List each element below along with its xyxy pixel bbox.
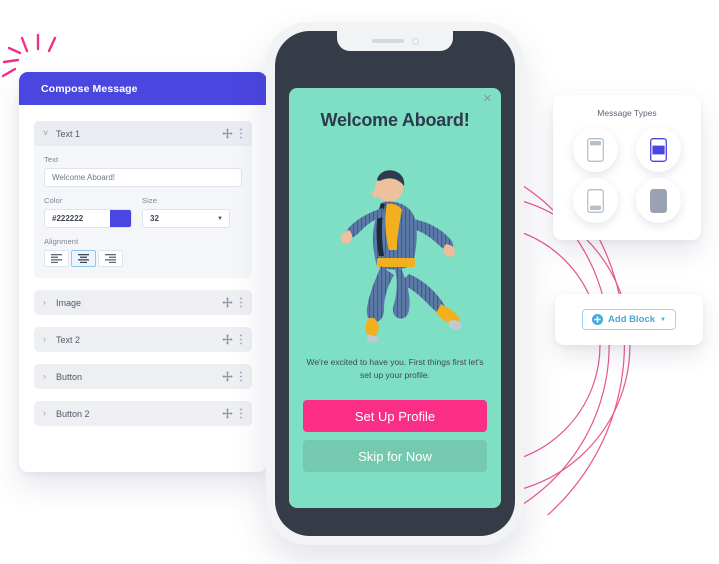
align-center-button[interactable] [71, 250, 96, 267]
message-type-modal-button[interactable] [636, 127, 681, 172]
phone-body: ✕ Welcome Aboard! We're excited to have … [275, 31, 515, 536]
block-text-1: ˅ Text 1 Text Welcome Aboard! Color #222… [34, 121, 252, 278]
move-handle-icon[interactable] [221, 407, 234, 420]
chevron-down-icon[interactable]: ▼ [660, 317, 666, 323]
phone-speaker [371, 39, 404, 43]
alignment-group [44, 250, 242, 267]
fullscreen-icon [650, 188, 667, 213]
kebab-menu-icon[interactable] [239, 297, 243, 308]
compose-message-panel: Compose Message ˅ Text 1 Text Welcome Ab… [19, 72, 267, 472]
color-field-label: Color [44, 196, 63, 205]
move-handle-icon[interactable] [221, 370, 234, 383]
modal-icon [650, 137, 667, 162]
message-subtitle: We're excited to have you. First things … [306, 357, 484, 381]
message-type-top-banner-button[interactable] [573, 127, 618, 172]
phone-notch [337, 31, 453, 51]
message-type-fullscreen-button[interactable] [636, 178, 681, 223]
block-text-1-header[interactable]: ˅ Text 1 [34, 121, 252, 146]
align-right-button[interactable] [98, 250, 123, 267]
chevron-right-icon[interactable]: › [43, 298, 56, 307]
chevron-right-icon[interactable]: › [43, 409, 56, 418]
jumping-man-illustration [340, 170, 462, 343]
set-up-profile-button[interactable]: Set Up Profile [303, 400, 487, 432]
set-up-profile-label: Set Up Profile [354, 408, 436, 424]
phone-camera-icon [411, 37, 419, 45]
block-image-title: Image [56, 297, 82, 308]
align-left-icon [51, 254, 62, 263]
kebab-menu-icon[interactable] [239, 128, 243, 139]
size-select-value: 32 [150, 214, 159, 223]
move-handle-icon[interactable] [221, 333, 234, 346]
color-input-value: #222222 [52, 214, 84, 223]
size-select[interactable]: 32 ▼ [142, 209, 230, 228]
chevron-right-icon[interactable]: › [43, 335, 56, 344]
color-size-row: Color #222222 Size 32 ▼ [44, 196, 242, 228]
kebab-menu-icon[interactable] [239, 408, 243, 419]
screenshot-root: Compose Message ˅ Text 1 Text Welcome Ab… [0, 0, 719, 564]
compose-panel-header: Compose Message [19, 72, 267, 105]
message-title: Welcome Aboard! [320, 110, 470, 130]
compose-panel-body: ˅ Text 1 Text Welcome Aboard! Color #222… [19, 105, 267, 426]
move-handle-icon[interactable] [221, 296, 234, 309]
text-input-value: Welcome Aboard! [52, 173, 115, 182]
move-handle-icon[interactable] [221, 127, 234, 140]
alignment-label: Alignment [44, 237, 79, 246]
size-field-label: Size [142, 196, 157, 205]
message-types-panel: Message Types [553, 95, 701, 240]
color-field: Color #222222 [44, 196, 132, 228]
message-types-title: Message Types [597, 108, 657, 118]
chevron-down-icon[interactable]: ˅ [43, 129, 56, 138]
align-center-icon [78, 254, 89, 263]
add-block-label: Add Block [608, 314, 656, 325]
top-banner-icon [587, 137, 604, 162]
size-field: Size 32 ▼ [142, 196, 230, 228]
kebab-menu-icon[interactable] [239, 334, 243, 345]
color-input[interactable]: #222222 [44, 209, 132, 228]
message-types-grid [553, 127, 701, 223]
message-type-bottom-banner-button[interactable] [573, 178, 618, 223]
text-input[interactable]: Welcome Aboard! [44, 168, 242, 187]
block-button-2-title: Button 2 [56, 408, 90, 419]
bottom-banner-icon [587, 188, 604, 213]
add-block-button[interactable]: Add Block ▼ [582, 309, 676, 330]
block-button-2[interactable]: › Button 2 [34, 401, 252, 426]
block-text-1-title: Text 1 [56, 128, 81, 139]
plus-circle-icon [592, 314, 604, 325]
block-button-title: Button [56, 371, 83, 382]
block-text-1-fields: Text Welcome Aboard! Color #222222 Size … [34, 146, 252, 278]
kebab-menu-icon[interactable] [239, 371, 243, 382]
text-field-label: Text [44, 155, 59, 164]
close-icon[interactable]: ✕ [483, 94, 492, 105]
phone-screen: ✕ Welcome Aboard! We're excited to have … [289, 88, 501, 508]
chevron-down-icon[interactable]: ▼ [217, 216, 223, 222]
skip-for-now-label: Skip for Now [358, 448, 432, 464]
chevron-right-icon[interactable]: › [43, 372, 56, 381]
block-text-2[interactable]: › Text 2 [34, 327, 252, 352]
block-image[interactable]: › Image [34, 290, 252, 315]
align-right-icon [105, 254, 116, 263]
add-block-panel: Add Block ▼ [555, 294, 703, 345]
color-swatch[interactable] [110, 210, 131, 227]
block-text-2-title: Text 2 [56, 334, 81, 345]
align-left-button[interactable] [44, 250, 69, 267]
compose-panel-title: Compose Message [41, 82, 138, 95]
phone-mockup: ✕ Welcome Aboard! We're excited to have … [266, 22, 524, 545]
block-button[interactable]: › Button [34, 364, 252, 389]
skip-for-now-button[interactable]: Skip for Now [303, 440, 487, 472]
